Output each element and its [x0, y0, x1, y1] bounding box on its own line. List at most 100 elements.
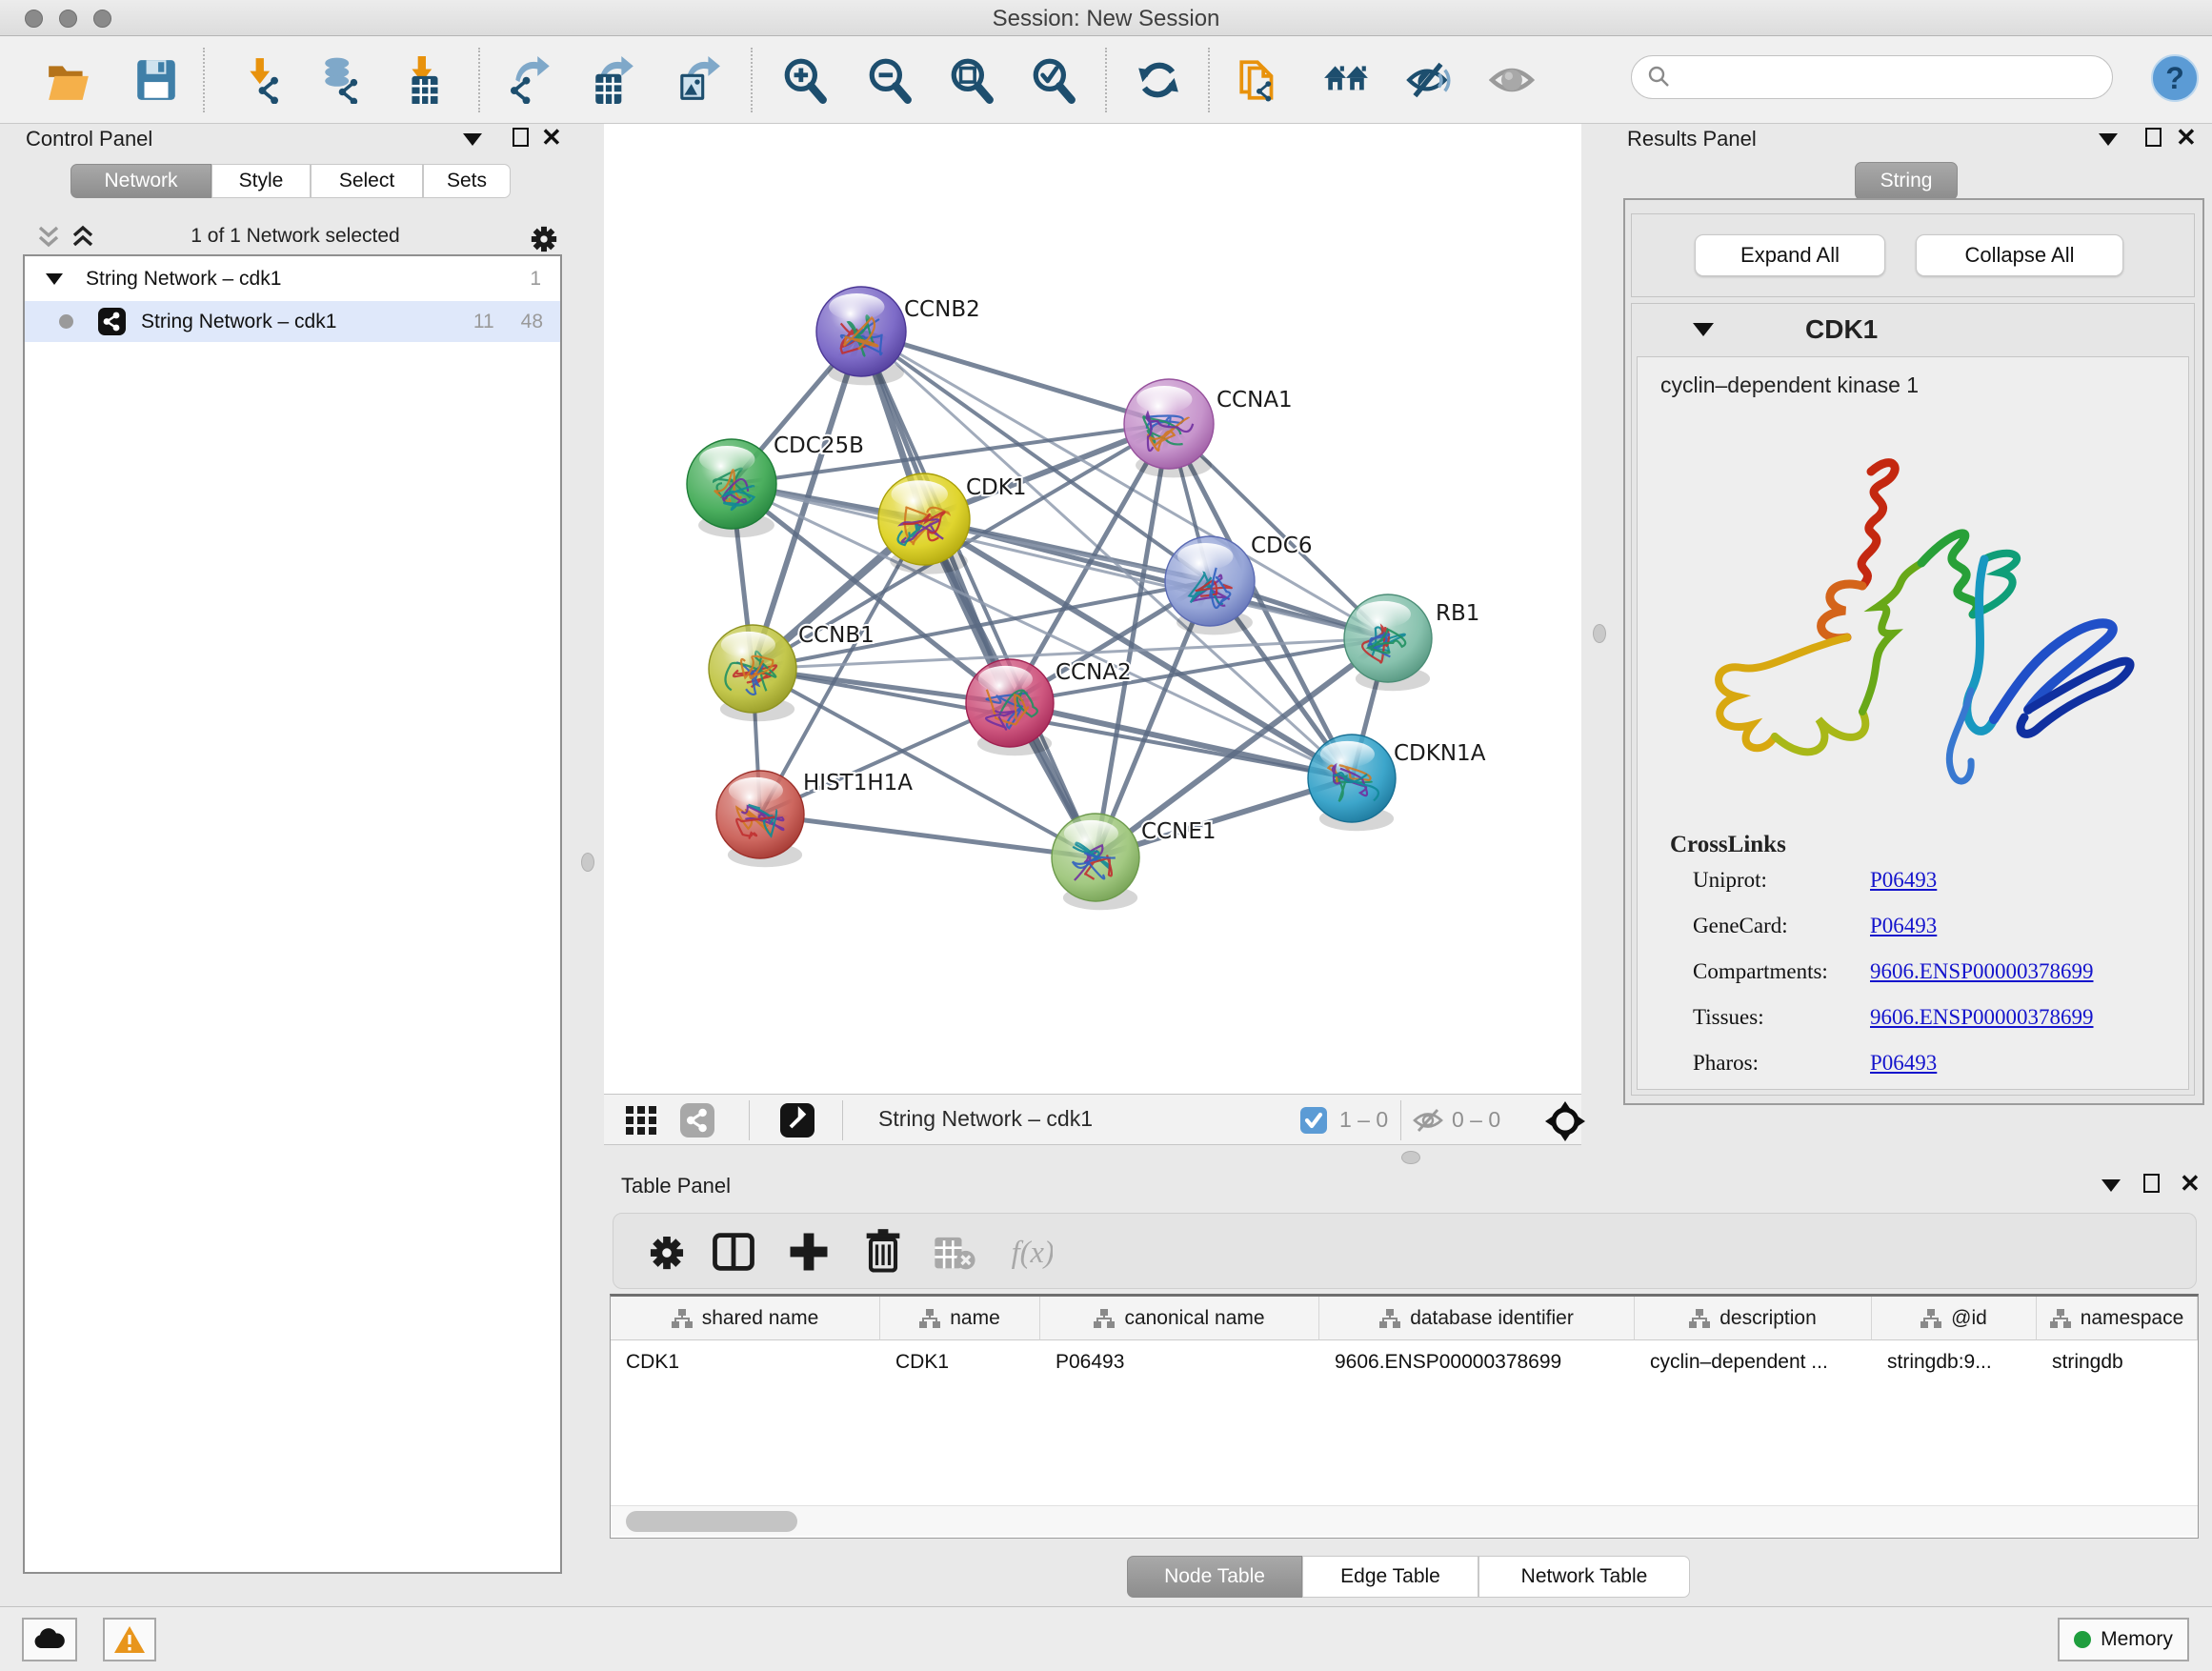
export-table-icon[interactable] [583, 50, 644, 111]
table-cell[interactable]: P06493 [1040, 1340, 1319, 1384]
add-column-icon[interactable] [784, 1227, 834, 1277]
table-cell[interactable]: stringdb [2037, 1340, 2198, 1384]
table-cell[interactable]: 9606.ENSP00000378699 [1319, 1340, 1635, 1384]
refresh-icon[interactable] [1128, 50, 1189, 111]
edge-CCNB2-CCNA1 [861, 332, 1169, 424]
node-label-CCNA2: CCNA2 [1056, 660, 1132, 685]
tab-sets[interactable]: Sets [423, 164, 511, 198]
column-header-namespace[interactable]: namespace [2037, 1297, 2198, 1340]
column-header-name[interactable]: name [880, 1297, 1040, 1340]
warning-button[interactable] [103, 1618, 156, 1661]
tab-node-table[interactable]: Node Table [1127, 1556, 1302, 1598]
crosslink-label: Uniprot: [1693, 868, 1870, 893]
control-panel-close-icon[interactable]: ✕ [541, 128, 562, 147]
node-label-CCNA1: CCNA1 [1217, 388, 1293, 413]
export-image-icon[interactable] [668, 50, 729, 111]
table-scroll-thumb[interactable] [626, 1511, 797, 1532]
export-network-icon[interactable] [501, 50, 562, 111]
gene-collapse-icon[interactable] [1693, 323, 1714, 336]
tab-edge-table[interactable]: Edge Table [1302, 1556, 1478, 1598]
help-button[interactable]: ? [2150, 53, 2200, 103]
hide-labels-eye-icon[interactable] [1398, 50, 1459, 111]
birds-eye-view-icon[interactable] [1545, 1101, 1585, 1141]
table-panel-float-icon[interactable] [2143, 1174, 2160, 1193]
search-box[interactable] [1631, 55, 2113, 99]
column-header-description[interactable]: description [1635, 1297, 1872, 1340]
results-panel-float-icon[interactable] [2145, 128, 2162, 147]
network-share-icon[interactable] [680, 1103, 714, 1137]
crosslink-link[interactable]: P06493 [1870, 1051, 1937, 1076]
clone-network-icon[interactable] [1229, 50, 1290, 111]
column-header-shared-name[interactable]: shared name [611, 1297, 880, 1340]
open-session-icon[interactable] [38, 50, 99, 111]
zoom-out-icon[interactable] [859, 50, 920, 111]
crosslink-link[interactable]: 9606.ENSP00000378699 [1870, 959, 2094, 984]
expand-all-button[interactable]: Expand All [1695, 234, 1885, 276]
crosslink-link[interactable]: P06493 [1870, 868, 1937, 893]
left-splitter-handle[interactable] [581, 853, 594, 872]
import-network-database-icon[interactable] [313, 50, 374, 111]
expand-all-tree-icon[interactable] [69, 222, 97, 252]
grid-view-icon[interactable] [625, 1105, 657, 1136]
network-options-gear-icon[interactable] [524, 219, 564, 259]
graphics-details-eye-icon[interactable] [1482, 50, 1543, 111]
crosslink-link[interactable]: P06493 [1870, 914, 1937, 938]
table-gear-icon[interactable] [642, 1227, 692, 1277]
table-cell[interactable]: stringdb:9... [1872, 1340, 2037, 1384]
table-panel-close-icon[interactable]: ✕ [2180, 1174, 2201, 1193]
bottom-splitter-handle[interactable] [1401, 1151, 1420, 1164]
table-h-scrollbar[interactable] [611, 1505, 2198, 1536]
crosslink-link[interactable]: 9606.ENSP00000378699 [1870, 1005, 2094, 1030]
collapse-all-tree-icon[interactable] [34, 222, 63, 252]
node-label-CCNB1: CCNB1 [798, 623, 875, 648]
zoom-selected-icon[interactable] [1023, 50, 1084, 111]
zoom-in-icon[interactable] [774, 50, 835, 111]
table-row[interactable]: CDK1CDK1P064939606.ENSP00000378699cyclin… [611, 1340, 2198, 1384]
right-splitter-handle[interactable] [1593, 624, 1606, 643]
tree-expand-icon[interactable] [46, 273, 63, 285]
tab-network[interactable]: Network [70, 164, 211, 198]
node-table: shared name name canonical name database… [610, 1294, 2199, 1539]
column-header--id[interactable]: @id [1872, 1297, 2037, 1340]
table-cell[interactable]: cyclin–dependent ... [1635, 1340, 1872, 1384]
toolbar-separator [751, 48, 753, 112]
save-session-icon[interactable] [126, 50, 187, 111]
collapse-all-button[interactable]: Collapse All [1916, 234, 2123, 276]
table-panel-collapse-icon[interactable] [2101, 1179, 2121, 1192]
delete-column-icon[interactable] [858, 1227, 908, 1277]
view-network-name: String Network – cdk1 [878, 1106, 1093, 1132]
column-header-database-identifier[interactable]: database identifier [1319, 1297, 1635, 1340]
results-panel-collapse-icon[interactable] [2099, 133, 2118, 146]
show-columns-icon[interactable] [709, 1227, 758, 1277]
homes-icon[interactable] [1316, 50, 1377, 111]
tab-network-table[interactable]: Network Table [1478, 1556, 1690, 1598]
results-panel-close-icon[interactable]: ✕ [2176, 128, 2197, 147]
tab-style[interactable]: Style [211, 164, 311, 198]
table-tabs: Node TableEdge TableNetwork Table [1127, 1556, 1690, 1598]
import-network-file-icon[interactable] [235, 50, 296, 111]
gene-section-header[interactable]: CDK1 [1632, 304, 2194, 355]
table-cell[interactable]: CDK1 [611, 1340, 880, 1384]
control-panel-collapse-icon[interactable] [463, 133, 482, 146]
import-table-icon[interactable] [395, 50, 456, 111]
detach-view-icon[interactable] [779, 1102, 815, 1138]
network-collection-row[interactable]: String Network – cdk1 1 [25, 256, 560, 301]
column-header-canonical-name[interactable]: canonical name [1040, 1297, 1319, 1340]
network-row[interactable]: String Network – cdk1 11 48 [25, 301, 560, 342]
memory-status-dot [2074, 1631, 2091, 1648]
tab-select[interactable]: Select [311, 164, 423, 198]
crosslink-label: GeneCard: [1693, 914, 1870, 938]
search-input[interactable] [1672, 66, 2081, 89]
table-header-row: shared name name canonical name database… [611, 1297, 2198, 1340]
control-panel-float-icon[interactable] [513, 128, 529, 147]
cloud-button[interactable] [22, 1618, 77, 1661]
memory-button[interactable]: Memory [2058, 1618, 2189, 1661]
network-canvas[interactable]: CCNB2CCNA1CDC25BCDK1CDC6RB1CCNB1CCNA2CDK… [604, 124, 1581, 1094]
tab-string[interactable]: String [1855, 162, 1958, 200]
crosslink-row: Tissues:9606.ENSP00000378699 [1693, 1005, 2169, 1030]
table-cell[interactable]: CDK1 [880, 1340, 1040, 1384]
node-label-CDKN1A: CDKN1A [1394, 741, 1486, 766]
selected-checkbox-icon[interactable] [1299, 1106, 1328, 1135]
network-selected-status: 1 of 1 Network selected [124, 225, 467, 248]
zoom-fit-icon[interactable] [941, 50, 1002, 111]
